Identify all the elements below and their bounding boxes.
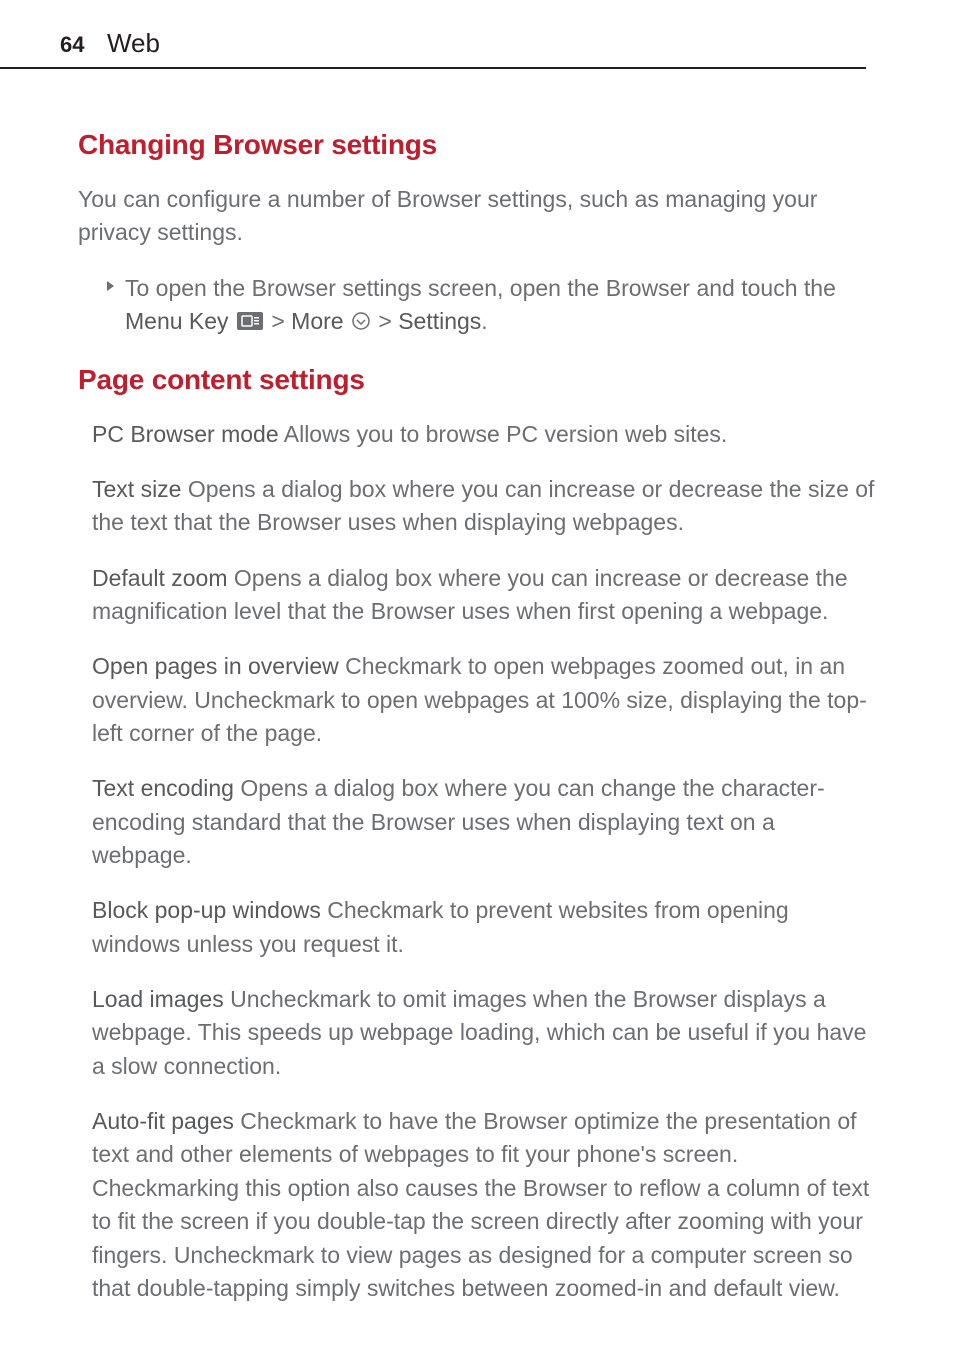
section-title: Web — [107, 28, 160, 59]
more-icon — [352, 306, 370, 339]
settings-label: Settings — [398, 308, 481, 334]
bullet-text: To open the Browser settings screen, ope… — [125, 272, 876, 340]
setting-text-size: Text size Opens a dialog box where you c… — [92, 473, 876, 540]
intro-paragraph: You can configure a number of Browser se… — [78, 183, 876, 250]
setting-block-popup: Block pop-up windows Checkmark to preven… — [92, 894, 876, 961]
page-header: 64 Web — [0, 0, 866, 69]
menu-key-icon — [237, 306, 263, 339]
setting-text-encoding: Text encoding Opens a dialog box where y… — [92, 772, 876, 872]
gt1: > — [265, 308, 291, 334]
heading-page-content-settings: Page content settings — [78, 364, 876, 396]
page-number: 64 — [60, 32, 84, 58]
setting-desc: Allows you to browse PC version web site… — [279, 421, 728, 447]
setting-desc: Opens a dialog box where you can increas… — [92, 476, 874, 535]
setting-label: Text encoding — [92, 775, 234, 801]
setting-label: Default zoom — [92, 565, 228, 591]
bullet-marker-icon — [106, 279, 115, 340]
heading-changing-browser-settings: Changing Browser settings — [78, 129, 876, 161]
setting-load-images: Load images Uncheckmark to omit images w… — [92, 983, 876, 1083]
bullet-dot: . — [481, 308, 487, 334]
setting-label: Text size — [92, 476, 181, 502]
setting-label: Load images — [92, 986, 224, 1012]
gt2: > — [372, 308, 398, 334]
setting-desc: Checkmark to have the Browser optimize t… — [92, 1108, 869, 1301]
setting-default-zoom: Default zoom Opens a dialog box where yo… — [92, 562, 876, 629]
setting-pc-browser-mode: PC Browser mode Allows you to browse PC … — [92, 418, 876, 451]
setting-auto-fit-pages: Auto-fit pages Checkmark to have the Bro… — [92, 1105, 876, 1305]
more-label: More — [291, 308, 343, 334]
menu-key-label: Menu Key — [125, 308, 229, 334]
bullet-item: To open the Browser settings screen, ope… — [106, 272, 876, 340]
setting-label: Block pop-up windows — [92, 897, 321, 923]
setting-open-pages-overview: Open pages in overview Checkmark to open… — [92, 650, 876, 750]
setting-label: PC Browser mode — [92, 421, 279, 447]
setting-label: Auto-fit pages — [92, 1108, 234, 1134]
bullet-pre-text: To open the Browser settings screen, ope… — [125, 275, 836, 301]
setting-label: Open pages in overview — [92, 653, 339, 679]
page-content: Changing Browser settings You can config… — [0, 129, 954, 1305]
